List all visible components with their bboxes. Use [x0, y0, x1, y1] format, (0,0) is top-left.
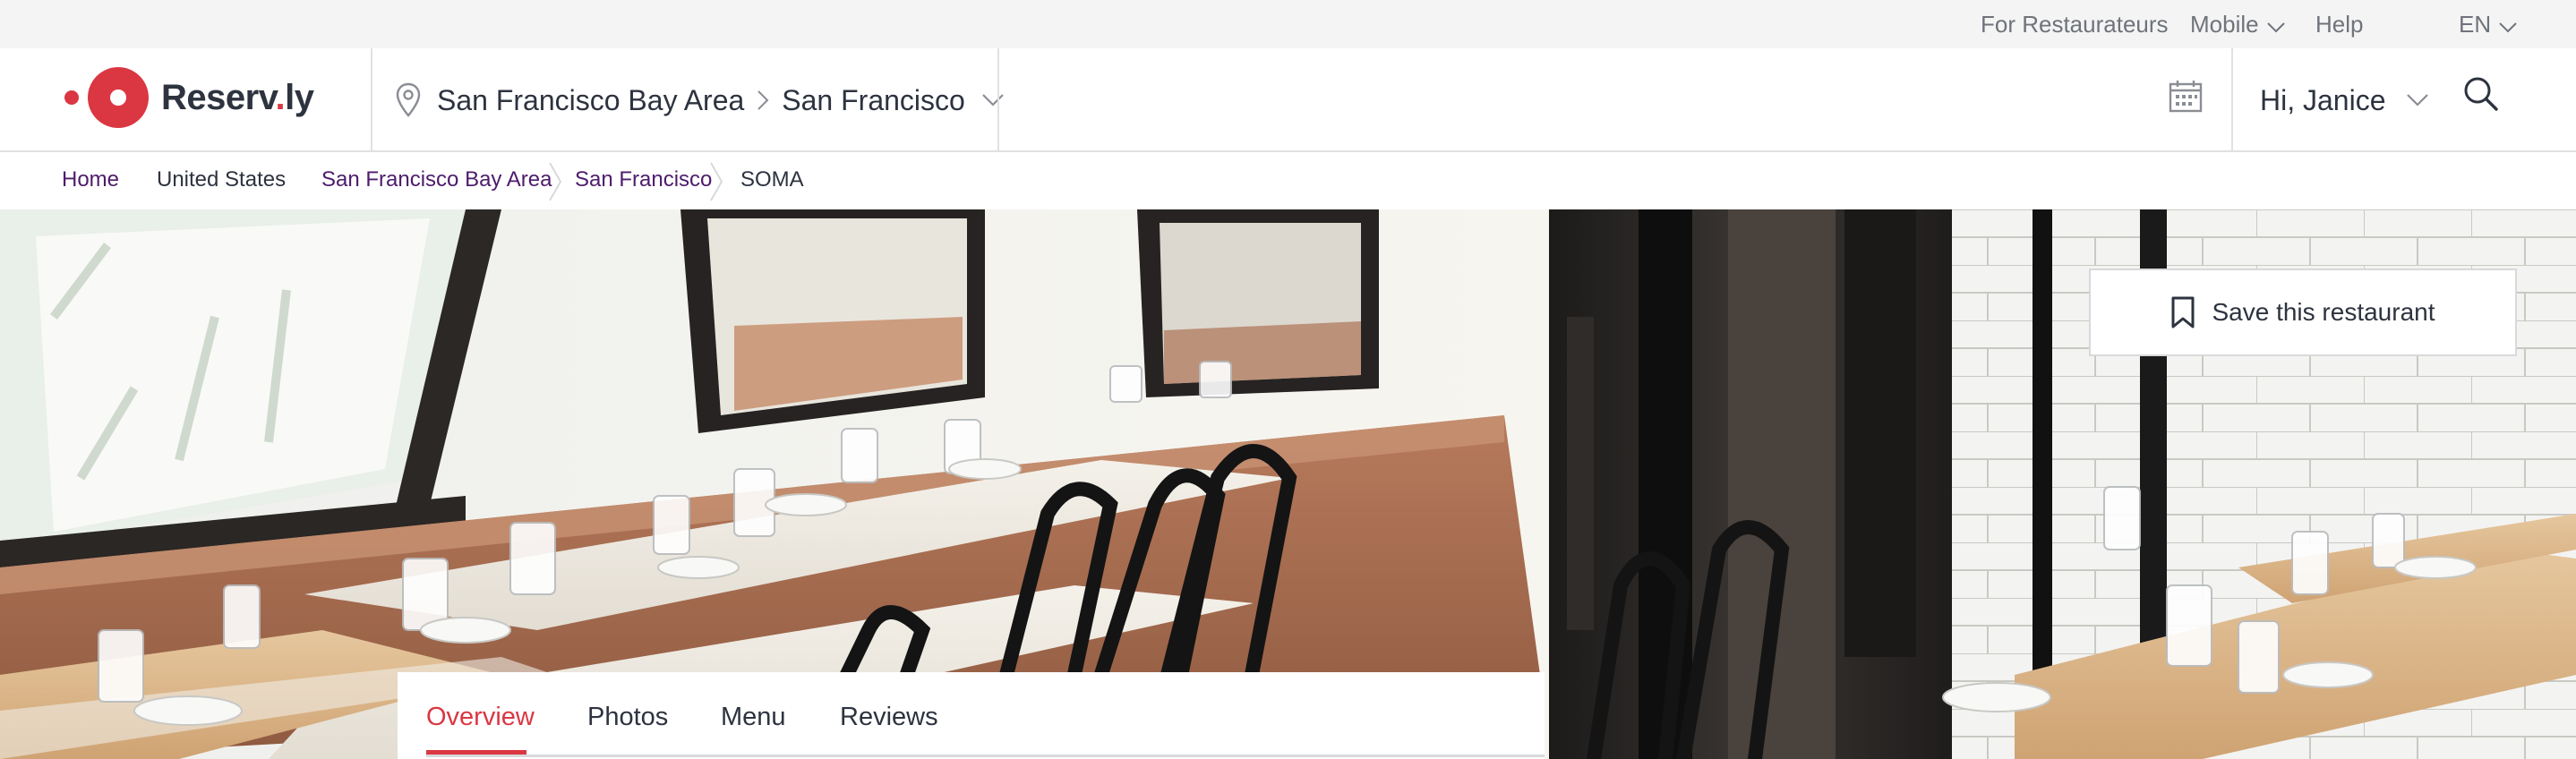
logo-mark-icon — [64, 67, 149, 128]
active-tab-indicator — [426, 750, 526, 755]
tab-menu[interactable]: Menu — [721, 672, 786, 759]
breadcrumb: Home United States San Francisco Bay Are… — [0, 154, 2576, 209]
divider — [997, 48, 999, 152]
tab-overview[interactable]: Overview — [426, 672, 535, 759]
divider — [2231, 48, 2233, 152]
restaurant-tabs: Overview Photos Menu Reviews — [398, 672, 1545, 759]
location-city[interactable]: San Francisco — [782, 84, 965, 117]
breadcrumb-separator — [709, 161, 723, 207]
tab-reviews[interactable]: Reviews — [840, 672, 938, 759]
divider — [371, 48, 372, 152]
breadcrumb-united-states[interactable]: United States — [157, 154, 286, 209]
user-greeting: Hi, Janice — [2260, 83, 2386, 116]
location-region[interactable]: San Francisco Bay Area — [437, 84, 744, 117]
location-picker[interactable]: San Francisco Bay Area San Francisco — [396, 48, 1005, 152]
save-restaurant-label: Save this restaurant — [2212, 298, 2435, 326]
breadcrumb-soma: SOMA — [740, 167, 804, 192]
utility-bar: For Restaurateurs Mobile Help EN — [0, 0, 2576, 48]
location-pin-icon — [396, 82, 421, 118]
breadcrumb-separator — [548, 161, 562, 207]
chevron-right-icon — [757, 90, 769, 111]
search-icon[interactable] — [2462, 75, 2500, 117]
mobile-label: Mobile — [2190, 11, 2259, 38]
help-link[interactable]: Help — [2315, 0, 2363, 48]
site-header: Reserv.ly San Francisco Bay Area San Fra… — [0, 48, 2576, 152]
user-menu[interactable]: Hi, Janice — [2260, 48, 2429, 152]
breadcrumb-bay-area[interactable]: San Francisco Bay Area — [321, 154, 552, 209]
logo-text: Reserv.ly — [161, 77, 314, 117]
chevron-down-icon — [2266, 2, 2286, 50]
breadcrumb-home[interactable]: Home — [62, 154, 119, 209]
logo[interactable]: Reserv.ly — [63, 66, 314, 129]
calendar-icon[interactable] — [2169, 80, 2203, 118]
mobile-menu[interactable]: Mobile — [2190, 0, 2286, 48]
save-restaurant-button[interactable]: Save this restaurant — [2089, 269, 2517, 356]
chevron-down-icon[interactable] — [981, 93, 1005, 107]
chevron-down-icon — [2498, 2, 2518, 50]
language-label: EN — [2459, 11, 2492, 38]
breadcrumb-san-francisco[interactable]: San Francisco — [575, 154, 712, 209]
bookmark-icon — [2171, 296, 2195, 328]
tab-photos[interactable]: Photos — [587, 672, 668, 759]
tabs-divider — [426, 755, 1545, 757]
for-restaurateurs-link[interactable]: For Restaurateurs — [1981, 0, 2169, 48]
chevron-down-icon — [2406, 93, 2429, 107]
language-selector[interactable]: EN — [2459, 0, 2518, 48]
